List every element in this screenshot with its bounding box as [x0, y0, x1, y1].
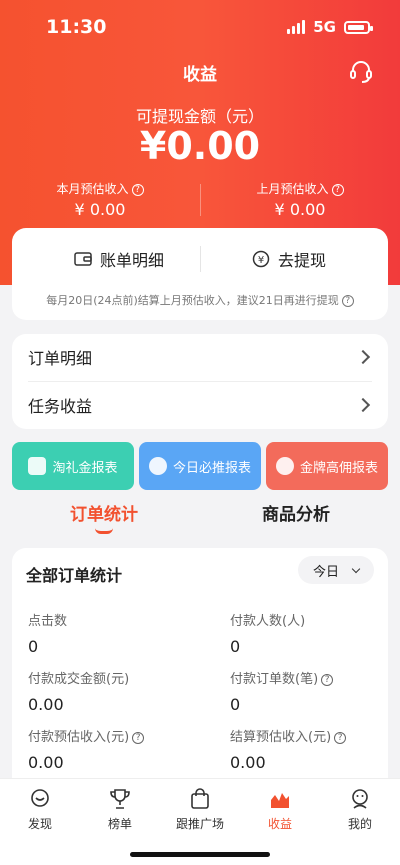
actions-card: 账单明细 ¥ 去提现 每月20日(24点前)结算上月预估收入，建议21日再进行提… — [12, 228, 388, 320]
gold-commission-report-button[interactable]: 金牌高佣报表 — [266, 442, 388, 490]
bill-detail-button[interactable]: 账单明细 — [74, 244, 164, 274]
nav-mine[interactable]: 我的 — [320, 787, 400, 832]
svg-text:¥: ¥ — [258, 255, 264, 266]
home-indicator — [130, 852, 270, 857]
medal-icon — [275, 457, 294, 475]
shopping-bag-icon — [191, 788, 209, 809]
alarm-clock-icon — [148, 457, 167, 475]
metric-paid-orders: 付款订单数(笔)? 0 — [230, 668, 400, 714]
gift-money-report-button[interactable]: 淘礼金报表 — [12, 442, 134, 490]
discover-icon — [31, 789, 49, 807]
network-label: 5G — [313, 18, 336, 36]
customer-service-icon[interactable] — [348, 58, 374, 84]
order-stats-card: 全部订单统计 今日 点击数 0 付款人数(人) 0 付款成交金额(元) 0.00… — [12, 548, 388, 788]
gift-icon — [28, 457, 47, 475]
status-bar: 11:30 5G — [0, 0, 400, 50]
metric-paid-amount: 付款成交金额(元) 0.00 — [28, 672, 130, 714]
this-month-value: ¥ 0.00 — [74, 200, 126, 219]
this-month-label: 本月预估收入 — [56, 182, 129, 196]
stats-tabs: 订单统计 商品分析 — [0, 500, 400, 536]
status-time: 11:30 — [46, 16, 107, 38]
yuan-circle-icon: ¥ — [252, 250, 270, 268]
signal-icon — [287, 20, 306, 34]
page-title: 收益 — [183, 65, 217, 85]
help-icon[interactable]: ? — [131, 184, 144, 196]
settlement-tip: 每月20日(24点前)结算上月预估收入，建议21日再进行提现? — [12, 292, 388, 308]
last-month-estimate: 上月预估收入? ¥ 0.00 — [200, 180, 400, 219]
period-value: 今日 — [312, 564, 339, 580]
metric-clicks: 点击数 0 — [28, 614, 68, 656]
help-icon[interactable]: ? — [334, 732, 347, 744]
battery-icon — [344, 20, 373, 34]
chevron-down-icon — [351, 564, 361, 573]
tab-product-analysis[interactable]: 商品分析 — [262, 500, 330, 525]
daily-push-report-button[interactable]: 今日必推报表 — [139, 442, 261, 490]
stats-title: 全部订单统计 — [26, 566, 123, 585]
withdraw-label: 去提现 — [278, 251, 327, 270]
order-detail-label: 订单明细 — [28, 349, 93, 368]
last-month-label: 上月预估收入 — [256, 182, 329, 196]
last-month-value: ¥ 0.00 — [274, 200, 326, 219]
nav-rankings[interactable]: 榜单 — [80, 787, 160, 832]
tab-order-stats[interactable]: 订单统计 — [70, 500, 138, 525]
help-icon[interactable]: ? — [331, 184, 344, 196]
withdraw-button[interactable]: ¥ 去提现 — [252, 244, 326, 274]
profile-icon — [352, 789, 368, 809]
nav-earnings[interactable]: 收益 — [240, 787, 320, 832]
wallet-icon — [74, 252, 92, 266]
metric-settle-estimate: 结算预估收入(元)? 0.00 — [230, 726, 400, 772]
help-icon[interactable]: ? — [321, 674, 334, 686]
bill-detail-label: 账单明细 — [100, 251, 165, 270]
earnings-chart-icon — [271, 793, 289, 808]
withdrawable-amount: ¥0.00 — [139, 124, 261, 168]
detail-list-card: 订单明细 任务收益 — [12, 334, 388, 429]
nav-discover[interactable]: 发现 — [0, 787, 80, 832]
order-detail-row[interactable]: 订单明细 — [28, 334, 372, 380]
metric-paid-estimate: 付款预估收入(元)? 0.00 — [28, 726, 198, 772]
help-icon[interactable]: ? — [341, 295, 354, 307]
nav-follow-square[interactable]: 跟推广场 — [160, 787, 240, 832]
task-income-label: 任务收益 — [28, 397, 93, 416]
active-tab-indicator — [95, 528, 113, 534]
period-dropdown[interactable]: 今日 — [298, 556, 374, 584]
metric-payers: 付款人数(人) 0 — [230, 614, 306, 656]
chevron-right-icon — [355, 349, 371, 365]
this-month-estimate: 本月预估收入? ¥ 0.00 — [0, 180, 200, 219]
trophy-icon — [110, 789, 130, 809]
help-icon[interactable]: ? — [132, 732, 145, 744]
status-indicators: 5G — [287, 18, 373, 36]
task-income-row[interactable]: 任务收益 — [28, 382, 372, 428]
divider — [200, 246, 201, 272]
chevron-right-icon — [355, 397, 371, 413]
